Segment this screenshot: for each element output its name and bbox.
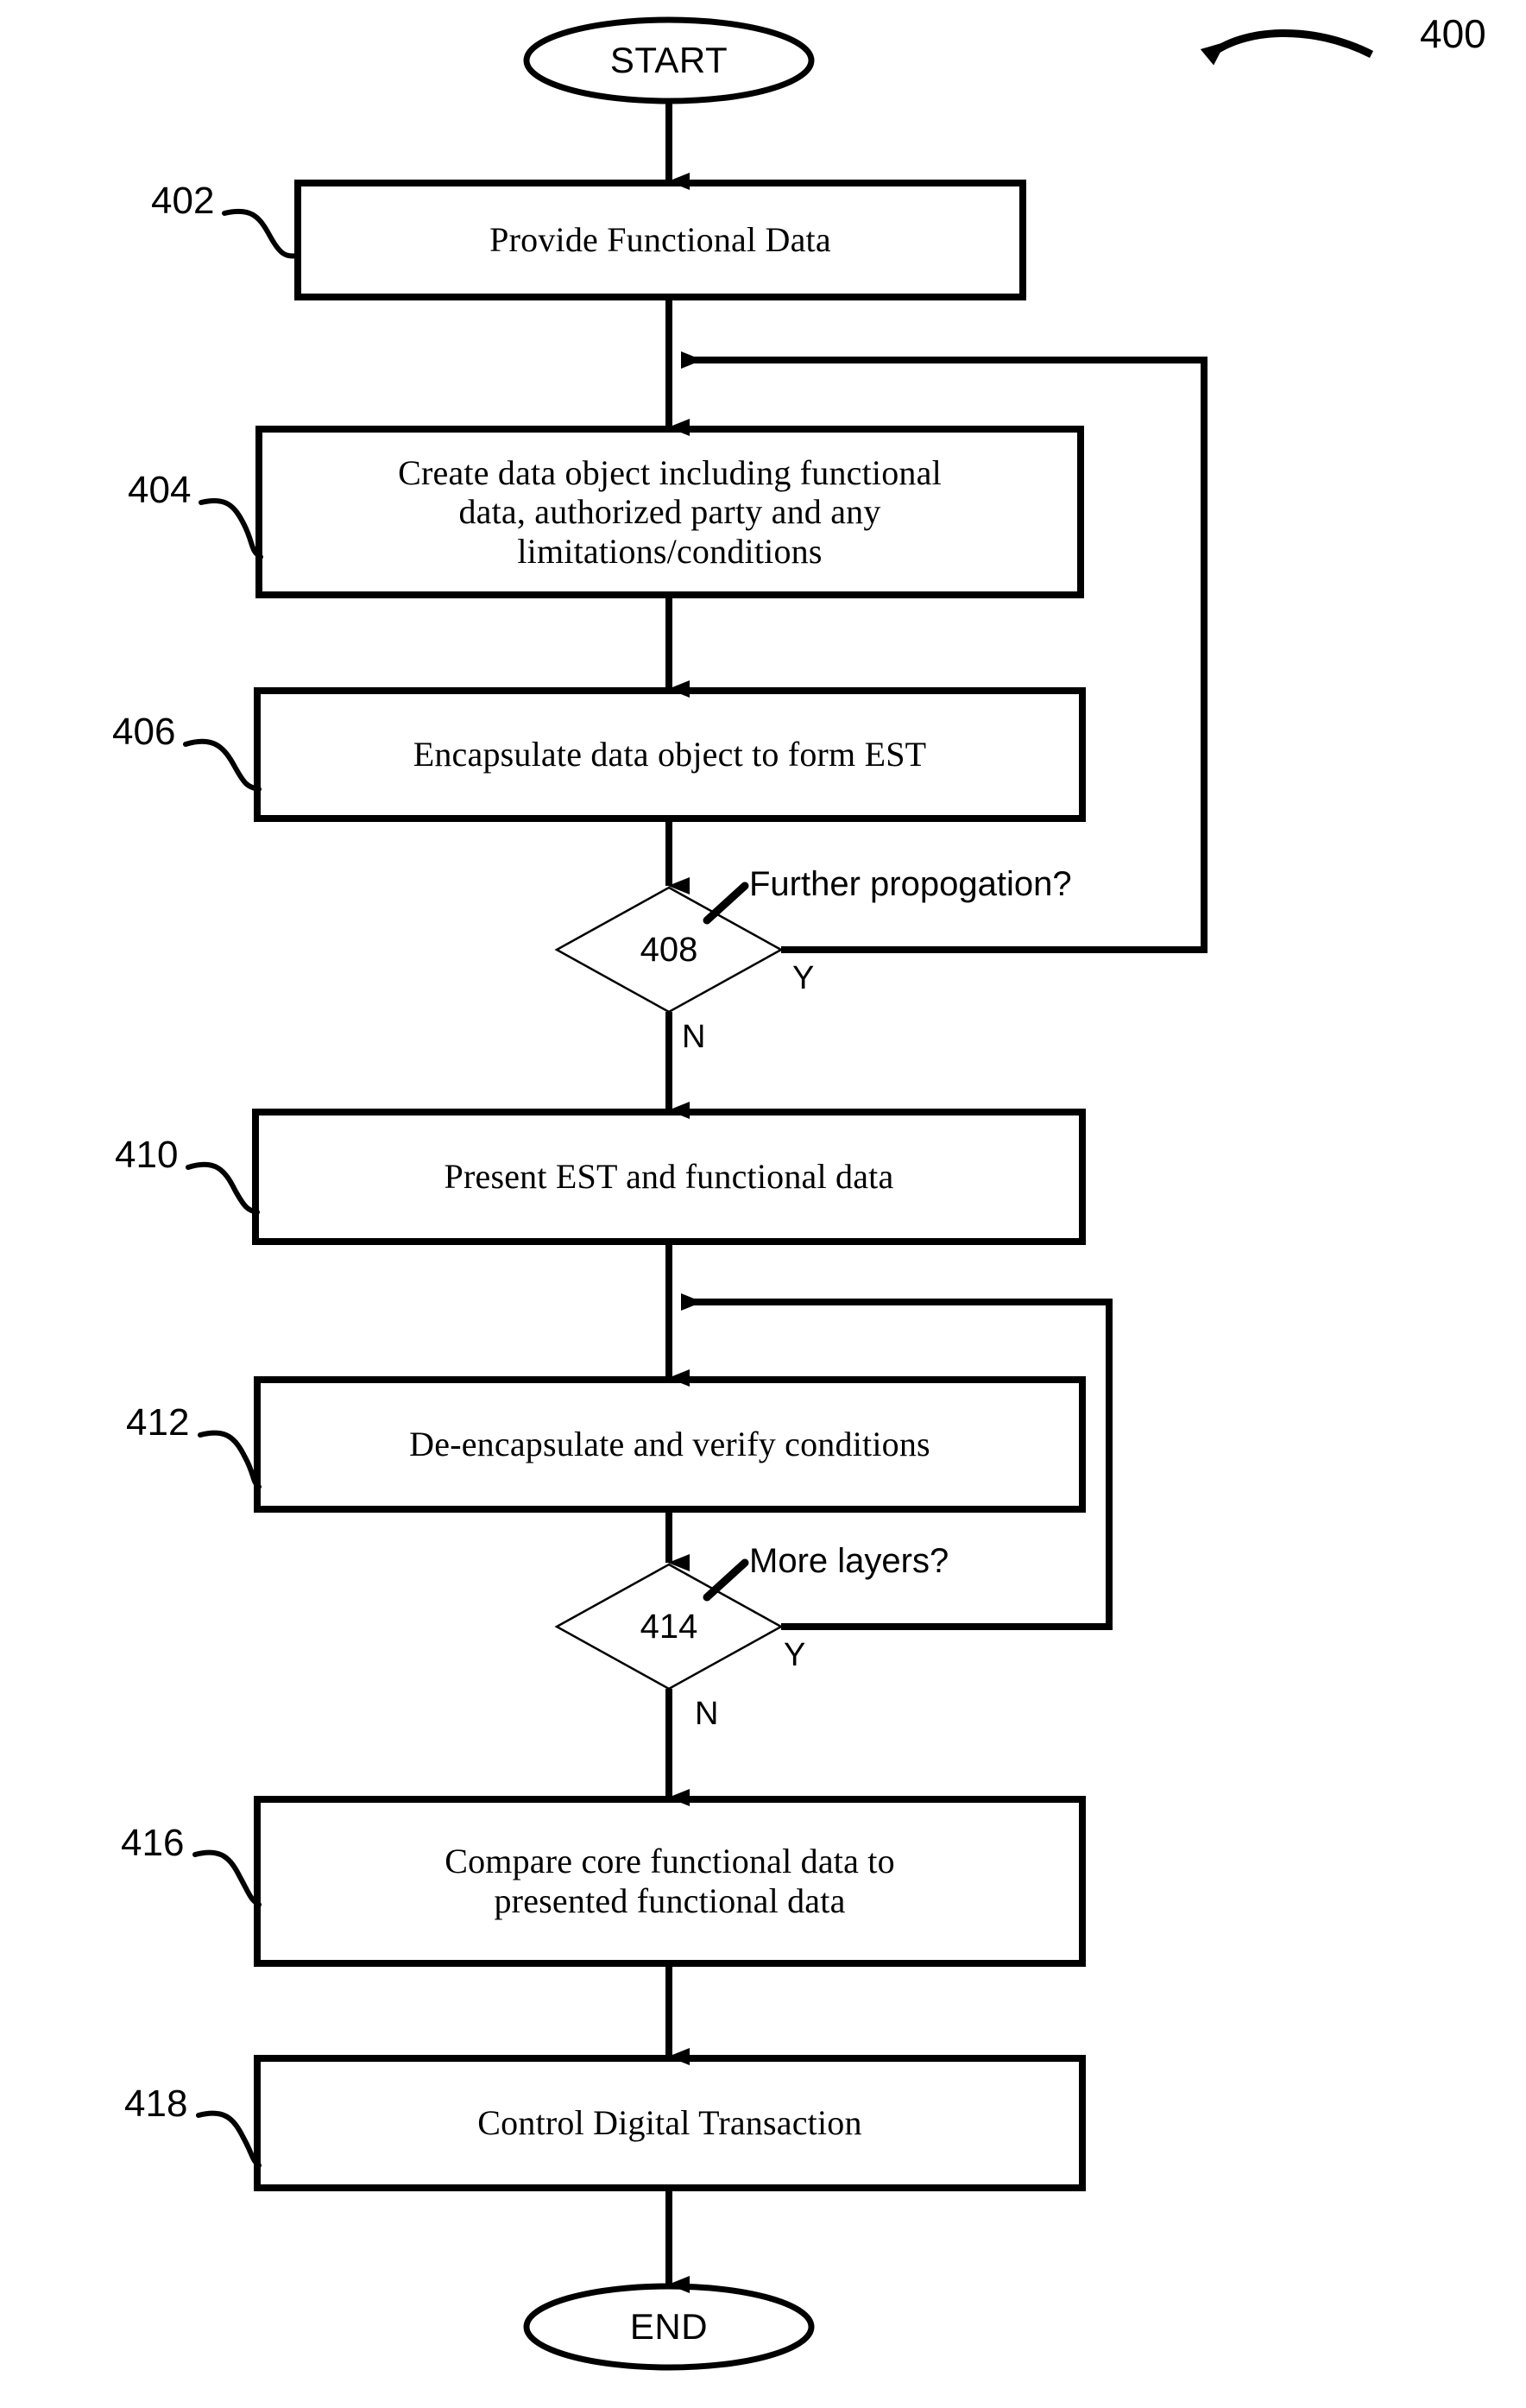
callout-leader-414 (703, 1558, 749, 1602)
step-406-shape (254, 687, 1086, 822)
decision-408-no-label: N (682, 1019, 706, 1055)
step-412-shape (254, 1376, 1086, 1513)
decision-408-shape (554, 886, 784, 1014)
figure-number: 400 (1420, 11, 1486, 56)
ref-number-406: 406 (112, 711, 176, 753)
decision-414-question: More layers? (749, 1542, 949, 1580)
flowchart-canvas (183, 16, 1374, 2371)
step-410-shape (252, 1109, 1086, 1245)
leader-line-416 (192, 1849, 262, 1907)
end-terminal-shape (523, 2283, 815, 2371)
decision-408-yes-label: Y (792, 960, 815, 996)
figure-number-arrow (1200, 28, 1374, 66)
start-terminal-shape (523, 16, 815, 104)
figure-page: 400 START 402 Provide Functional Data 40… (0, 0, 1526, 2408)
ref-number-404: 404 (128, 469, 192, 511)
ref-number-402: 402 (151, 180, 215, 222)
leader-line-412 (198, 1430, 262, 1489)
leader-line-410 (186, 1161, 260, 1215)
step-402-shape (294, 180, 1026, 300)
ref-number-418: 418 (124, 2083, 188, 2125)
leader-line-406 (183, 738, 262, 792)
leader-line-402 (222, 208, 300, 259)
step-416-shape (254, 1796, 1086, 1967)
step-404-shape (255, 426, 1084, 598)
callout-leader-408 (703, 882, 749, 925)
ref-number-410: 410 (115, 1134, 179, 1176)
decision-414-yes-label: Y (784, 1637, 806, 1673)
ref-number-416: 416 (121, 1822, 185, 1864)
decision-408-question: Further propogation? (749, 865, 1072, 903)
leader-line-404 (199, 497, 263, 559)
leader-line-418 (196, 2110, 262, 2168)
decision-414-no-label: N (695, 1696, 719, 1732)
decision-414-shape (554, 1563, 784, 1691)
ref-number-412: 412 (126, 1401, 190, 1444)
step-418-shape (254, 2055, 1086, 2191)
